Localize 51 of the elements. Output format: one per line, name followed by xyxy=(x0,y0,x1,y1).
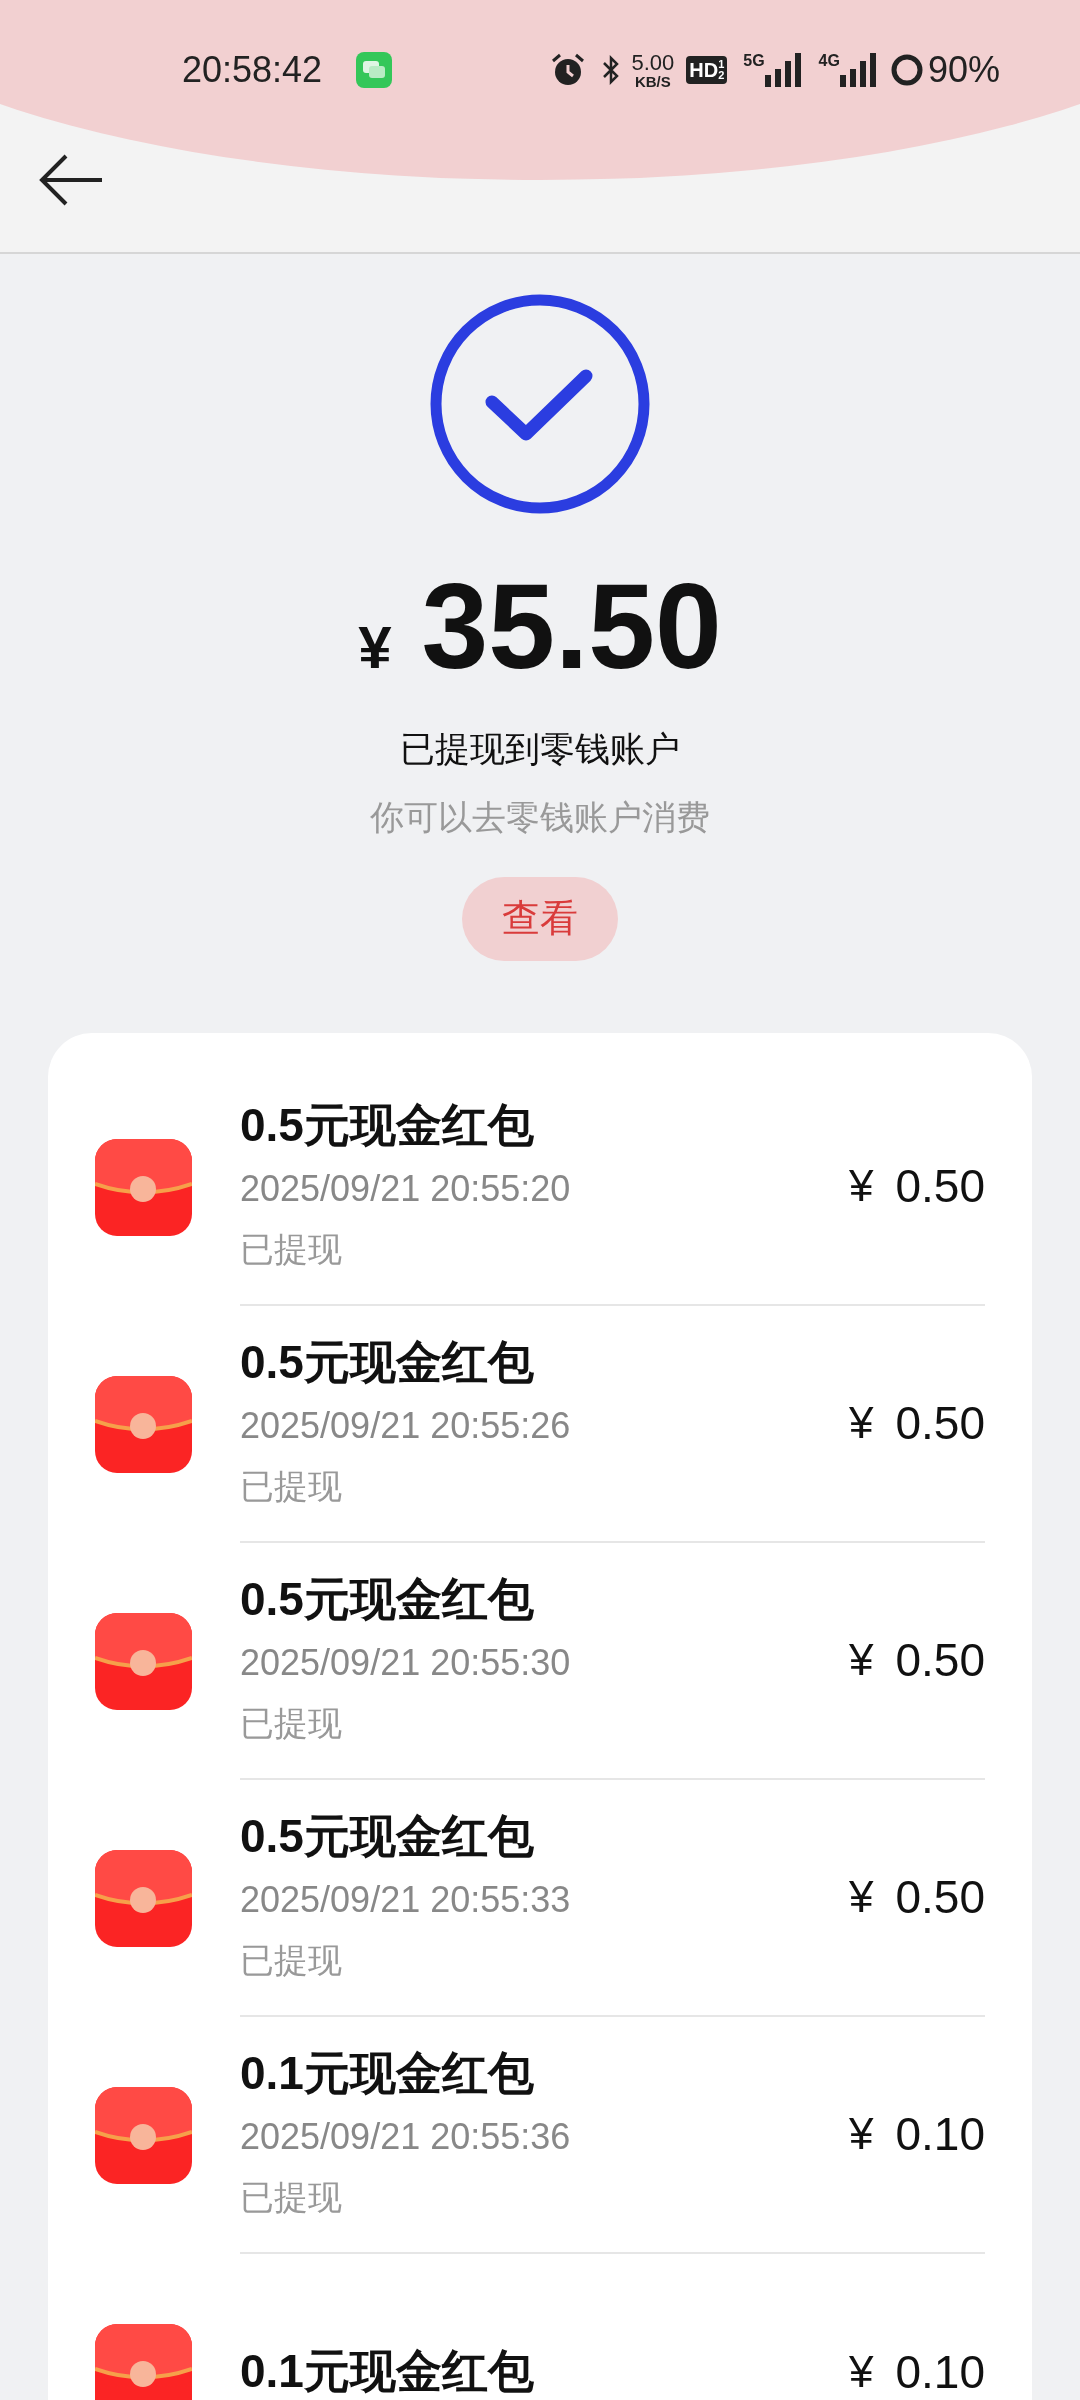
withdraw-message: 已提现到零钱账户 xyxy=(400,728,680,770)
envelope-icon xyxy=(95,1612,192,1710)
envelope-icon xyxy=(95,2323,192,2400)
network-label: 5G xyxy=(743,53,765,69)
record-amount: 0.50 xyxy=(895,1869,985,1925)
record-time: 2025/09/21 20:55:20 xyxy=(240,1167,572,1212)
record-status: 已提现 xyxy=(240,1466,343,1508)
hint-text: 你可以去零钱账户消费 xyxy=(370,796,710,838)
success-check-icon xyxy=(430,294,650,514)
record-status: 已提现 xyxy=(240,1703,343,1745)
signal-icon xyxy=(839,53,878,87)
battery-level: 90% xyxy=(927,48,1000,92)
view-button[interactable]: 查看 xyxy=(462,876,618,961)
record-amount: 0.50 xyxy=(895,1395,985,1451)
envelope-icon xyxy=(95,1375,192,1473)
record-amount: 0.10 xyxy=(895,2344,985,2400)
speed-unit: KB/S xyxy=(634,73,671,89)
speed-value: 5.00 xyxy=(631,51,675,74)
record-title: 0.5元现金红包 xyxy=(240,1808,535,1864)
record-currency: ¥ xyxy=(849,1871,874,1923)
battery-ring-icon xyxy=(889,53,924,87)
network-label: 4G xyxy=(818,53,840,69)
record-currency: ¥ xyxy=(849,1397,874,1449)
record-title: 0.1元现金红包 xyxy=(240,2045,535,2101)
record-status: 已提现 xyxy=(240,1229,343,1271)
record-amount: 0.10 xyxy=(895,2106,985,2162)
record-title: 0.5元现金红包 xyxy=(240,1097,535,1153)
record-amount: 0.50 xyxy=(895,1632,985,1688)
envelope-icon xyxy=(95,1138,192,1236)
currency-symbol: ¥ xyxy=(358,613,392,683)
message-app-icon xyxy=(356,52,393,88)
total-amount: 35.50 xyxy=(421,566,722,686)
envelope-icon xyxy=(95,2086,192,2184)
record-title: 0.5元现金红包 xyxy=(240,1571,535,1627)
record-currency: ¥ xyxy=(849,2108,874,2160)
record-currency: ¥ xyxy=(849,2346,874,2398)
signal-icon xyxy=(764,53,803,87)
record-title: 0.1元现金红包 xyxy=(240,2344,535,2400)
alarm-icon xyxy=(551,53,586,87)
record-time: 2025/09/21 20:55:26 xyxy=(240,1404,572,1449)
record-status: 已提现 xyxy=(240,1940,343,1982)
record-time: 2025/09/21 20:55:36 xyxy=(240,2115,572,2160)
envelope-icon xyxy=(95,1849,192,1947)
record-currency: ¥ xyxy=(849,1634,874,1686)
record-currency: ¥ xyxy=(849,1160,874,1212)
status-time: 20:58:42 xyxy=(182,48,323,92)
record-time: 2025/09/21 20:55:33 xyxy=(240,1878,572,1923)
record-time: 2025/09/21 20:55:30 xyxy=(240,1641,572,1686)
record-title: 0.5元现金红包 xyxy=(240,1334,535,1390)
record-status: 已提现 xyxy=(240,2177,343,2219)
record-amount: 0.50 xyxy=(895,1158,985,1214)
